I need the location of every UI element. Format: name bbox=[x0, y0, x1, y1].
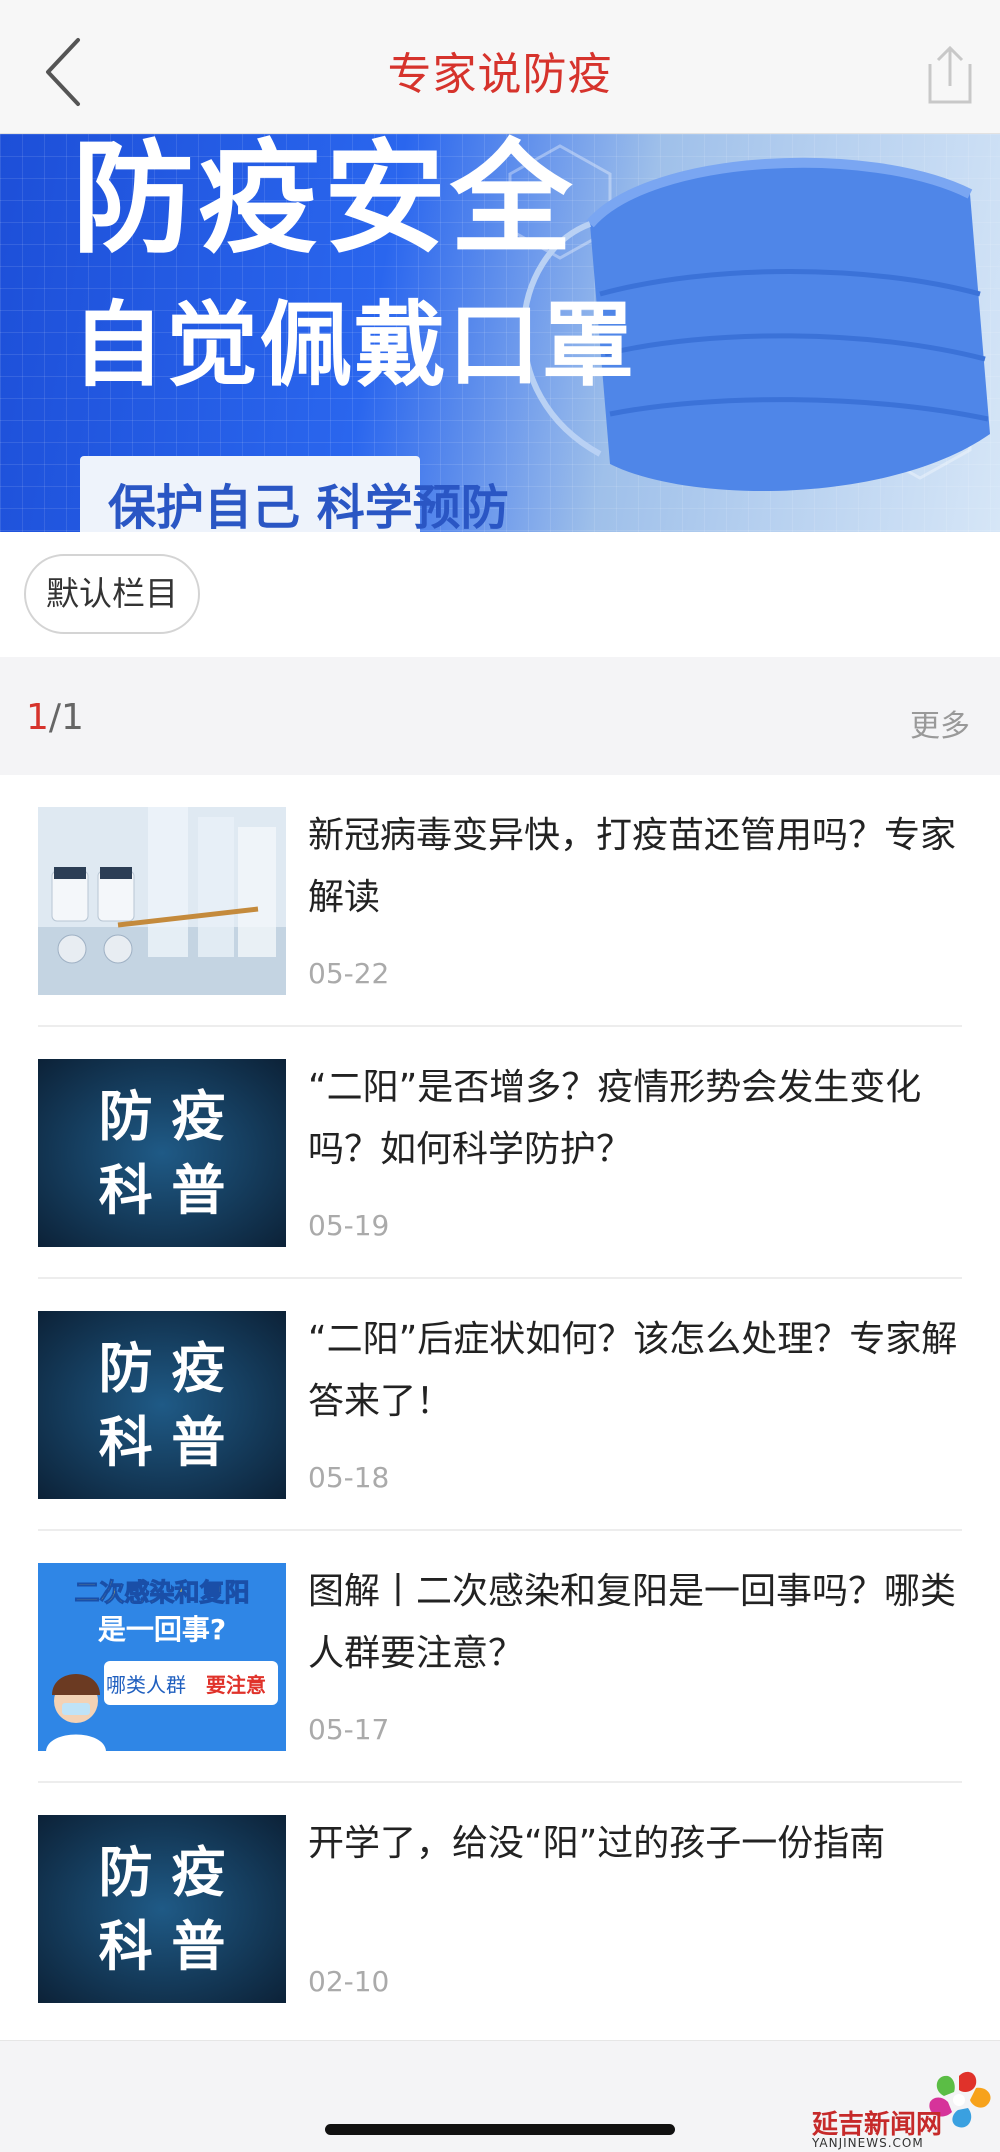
thumb-text-b3: 哪类人群 bbox=[106, 1673, 186, 1697]
banner-headline: 防疫安全 bbox=[72, 134, 576, 270]
thumb-text-b2: 是一回事? bbox=[98, 1613, 226, 1646]
article-date: 05-19 bbox=[308, 1209, 390, 1242]
thumbnail-fangyi-kepu: 防 疫 科 普 bbox=[38, 1059, 286, 1247]
article-title: 图解丨二次感染和复阳是一回事吗？哪类人群要注意？ bbox=[308, 1571, 957, 1674]
article-title: 开学了，给没“阳”过的孩子一份指南 bbox=[308, 1823, 886, 1864]
more-link[interactable]: 更多 bbox=[910, 701, 970, 745]
thumbnail-infographic: 二次感染和复阳 是一回事? 哪类人群 要注意 bbox=[38, 1563, 286, 1751]
thumb-text-line1: 防 疫 bbox=[99, 1840, 226, 1904]
list-item[interactable]: 防 疫 科 普 “二阳”是否增多？疫情形势会发生变化吗？如何科学防护？ 05-1… bbox=[0, 1027, 1000, 1279]
banner-tagline: 保护自己 科学预防 bbox=[108, 480, 509, 532]
category-chip-default[interactable]: 默认栏目 bbox=[24, 554, 200, 634]
article-title: 新冠病毒变异快，打疫苗还管用吗？专家解读 bbox=[308, 815, 957, 918]
thumb-text-b4: 要注意 bbox=[206, 1673, 266, 1697]
fangyi-kepu-image: 防 疫 科 普 bbox=[38, 1815, 286, 2003]
thumbnail-vaccine bbox=[38, 807, 286, 995]
list-item[interactable]: 防 疫 科 普 “二阳”后症状如何？该怎么处理？专家解答来了！ 05-18 bbox=[0, 1279, 1000, 1531]
article-title: “二阳”是否增多？疫情形势会发生变化吗？如何科学防护？ bbox=[308, 1067, 922, 1170]
share-button[interactable] bbox=[910, 40, 974, 110]
article-list: 新冠病毒变异快，打疫苗还管用吗？专家解读 05-22 防 疫 科 普 “二阳”是… bbox=[0, 775, 1000, 2041]
article-date: 05-22 bbox=[308, 957, 390, 990]
thumb-text-line2: 科 普 bbox=[99, 1410, 226, 1474]
fangyi-kepu-image: 防 疫 科 普 bbox=[38, 1059, 286, 1247]
page-counter: 1/1 bbox=[26, 697, 84, 738]
watermark-url: YANJINEWS.COM bbox=[812, 2136, 924, 2150]
list-item[interactable]: 防 疫 科 普 开学了，给没“阳”过的孩子一份指南 02-10 bbox=[0, 1783, 1000, 2035]
list-item[interactable]: 新冠病毒变异快，打疫苗还管用吗？专家解读 05-22 bbox=[0, 775, 1000, 1027]
banner-tagline-box: 保护自己 科学预防 bbox=[80, 456, 509, 532]
thumbnail-fangyi-kepu: 防 疫 科 普 bbox=[38, 1815, 286, 2003]
fangyi-kepu-image: 防 疫 科 普 bbox=[38, 1311, 286, 1499]
thumb-text-line2: 科 普 bbox=[99, 1914, 226, 1978]
thumbnail-fangyi-kepu: 防 疫 科 普 bbox=[38, 1311, 286, 1499]
home-indicator[interactable] bbox=[325, 2124, 675, 2135]
page-title: 专家说防疫 bbox=[387, 49, 613, 100]
pager-row: 1/1 更多 bbox=[0, 657, 1000, 775]
article-date: 05-17 bbox=[308, 1713, 390, 1746]
share-icon bbox=[928, 45, 972, 104]
vaccine-vials-image bbox=[38, 807, 286, 995]
banner-image[interactable]: 防疫安全 自觉佩戴口罩 保护自己 科学预防 bbox=[0, 134, 1000, 532]
thumb-text-b1: 二次感染和复阳 bbox=[74, 1578, 249, 1607]
banner-subheadline: 自觉佩戴口罩 bbox=[72, 292, 637, 399]
infographic-image: 二次感染和复阳 是一回事? 哪类人群 要注意 bbox=[38, 1563, 286, 1751]
nav-bar: 专家说防疫 bbox=[0, 0, 1000, 134]
page-current: 1 bbox=[26, 697, 49, 738]
article-date: 02-10 bbox=[308, 1965, 390, 1998]
article-title: “二阳”后症状如何？该怎么处理？专家解答来了！ bbox=[308, 1319, 958, 1422]
article-date: 05-18 bbox=[308, 1461, 390, 1494]
thumb-text-line1: 防 疫 bbox=[99, 1336, 226, 1400]
page-total: /1 bbox=[48, 697, 84, 738]
category-bar: 默认栏目 bbox=[0, 532, 1000, 657]
list-item[interactable]: 二次感染和复阳 是一回事? 哪类人群 要注意 图解丨二次感染和复阳是一回事吗？哪… bbox=[0, 1531, 1000, 1783]
thumb-text-line1: 防 疫 bbox=[99, 1084, 226, 1148]
thumb-text-line2: 科 普 bbox=[99, 1158, 226, 1222]
